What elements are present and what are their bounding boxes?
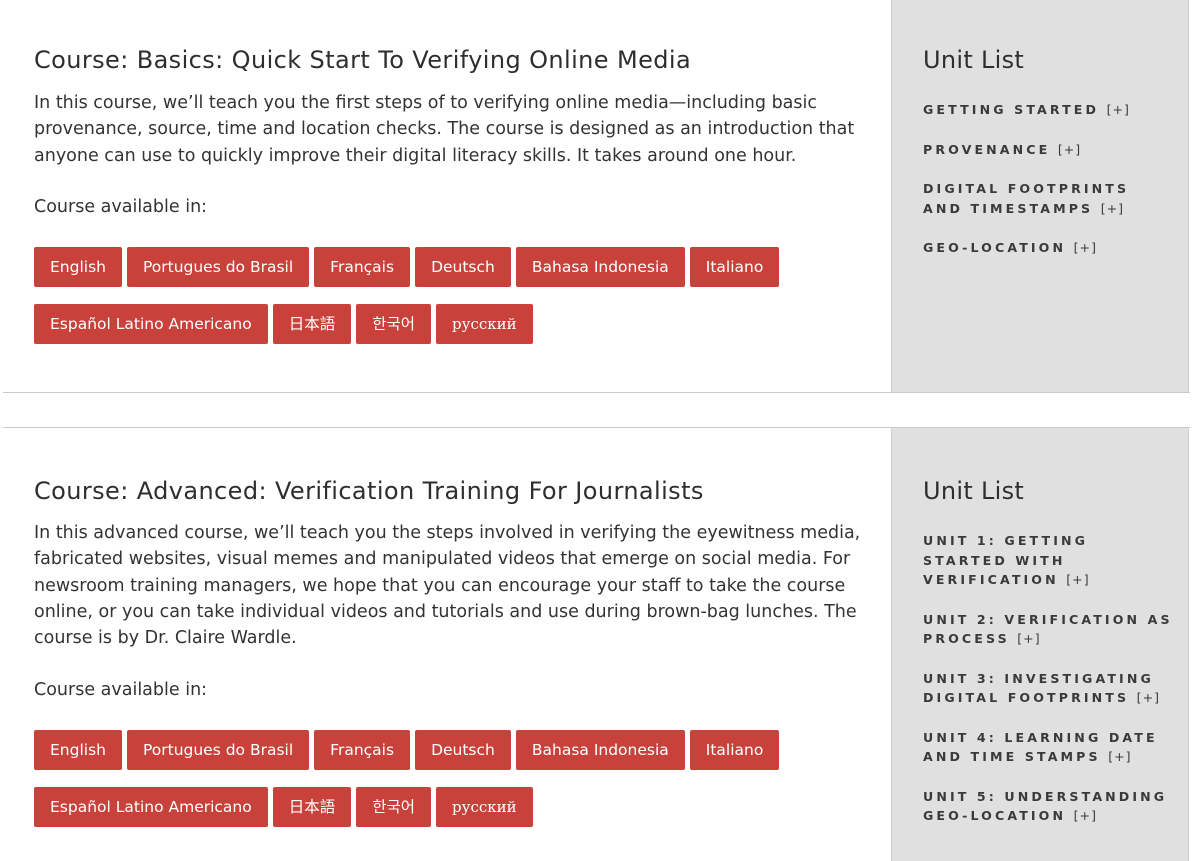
unit-item[interactable]: UNIT 3: INVESTIGATING DIGITAL FOOTPRINTS… (923, 669, 1173, 708)
unit-list-sidebar: Unit List GETTING STARTED [+] PROVENANCE… (891, 0, 1189, 392)
unit-label: UNIT 3: INVESTIGATING DIGITAL FOOTPRINTS (923, 670, 1154, 706)
course-main: Course: Basics: Quick Start To Verifying… (3, 0, 891, 392)
language-button-russian[interactable]: русский (436, 787, 533, 827)
unit-list-sidebar: Unit List UNIT 1: GETTING STARTED WITH V… (891, 428, 1189, 861)
language-row: Español Latino Americano 日本語 한국어 русский (34, 787, 533, 827)
unit-item[interactable]: GETTING STARTED [+] (923, 100, 1173, 120)
course-available-label: Course available in: (34, 197, 208, 217)
expand-marker[interactable]: [+] (1058, 142, 1081, 157)
language-button-indonesian[interactable]: Bahasa Indonesia (515, 730, 685, 770)
unit-label: PROVENANCE (923, 141, 1051, 157)
language-button-french[interactable]: Français (314, 730, 411, 770)
unit-label: GETTING STARTED (923, 102, 1100, 117)
language-button-indonesian[interactable]: Bahasa Indonesia (515, 247, 685, 287)
language-button-portuguese-brazil[interactable]: Portugues do Brasil (126, 247, 310, 287)
expand-marker[interactable]: [+] (1137, 690, 1160, 705)
expand-marker[interactable]: [+] (1074, 240, 1097, 255)
unit-item[interactable]: PROVENANCE [+] (923, 140, 1173, 160)
unit-item[interactable]: UNIT 1: GETTING STARTED WITH VERIFICATIO… (923, 531, 1173, 590)
language-button-french[interactable]: Français (314, 247, 411, 287)
course-description: In this advanced course, we’ll teach you… (34, 523, 861, 649)
unit-item[interactable]: UNIT 4: LEARNING DATE AND TIME STAMPS [+… (923, 728, 1173, 767)
expand-marker[interactable]: [+] (1101, 201, 1124, 216)
unit-list: UNIT 1: GETTING STARTED WITH VERIFICATIO… (923, 531, 1173, 846)
unit-item[interactable]: UNIT 5: UNDERSTANDING GEO-LOCATION [+] (923, 787, 1173, 826)
language-button-korean[interactable]: 한국어 (356, 304, 432, 344)
language-button-english[interactable]: English (34, 730, 122, 770)
language-button-spanish-latam[interactable]: Español Latino Americano (34, 304, 268, 344)
language-row: English Portugues do Brasil Français Deu… (34, 730, 780, 770)
language-button-english[interactable]: English (34, 247, 122, 287)
language-button-german[interactable]: Deutsch (415, 730, 511, 770)
language-button-german[interactable]: Deutsch (415, 247, 511, 287)
unit-list: GETTING STARTED [+] PROVENANCE [+] DIGIT… (923, 100, 1173, 278)
course-available-label: Course available in: (34, 680, 208, 700)
course-card-advanced: Course: Advanced: Verification Training … (3, 427, 1190, 861)
unit-item[interactable]: UNIT 2: VERIFICATION AS PROCESS [+] (923, 610, 1173, 649)
unit-item[interactable]: GEO-LOCATION [+] (923, 238, 1173, 258)
language-button-italian[interactable]: Italiano (689, 247, 780, 287)
course-title[interactable]: Course: Advanced: Verification Training … (34, 477, 704, 505)
language-row: English Portugues do Brasil Français Deu… (34, 247, 780, 287)
language-button-japanese[interactable]: 日本語 (272, 787, 352, 827)
course-main: Course: Advanced: Verification Training … (3, 428, 891, 861)
course-description: In this course, we’ll teach you the firs… (34, 93, 855, 166)
unit-list-title: Unit List (923, 46, 1025, 74)
language-button-spanish-latam[interactable]: Español Latino Americano (34, 787, 268, 827)
language-button-italian[interactable]: Italiano (689, 730, 780, 770)
course-title[interactable]: Course: Basics: Quick Start To Verifying… (34, 46, 691, 74)
unit-label: GEO-LOCATION (923, 240, 1067, 255)
language-button-portuguese-brazil[interactable]: Portugues do Brasil (126, 730, 310, 770)
unit-item[interactable]: DIGITAL FOOTPRINTS AND TIMESTAMPS [+] (923, 179, 1173, 218)
expand-marker[interactable]: [+] (1108, 749, 1131, 764)
unit-label: DIGITAL FOOTPRINTS AND TIMESTAMPS (923, 181, 1130, 216)
language-row: Español Latino Americano 日本語 한국어 русский (34, 304, 533, 344)
expand-marker[interactable]: [+] (1066, 572, 1089, 587)
unit-label: UNIT 5: UNDERSTANDING GEO-LOCATION (923, 788, 1168, 824)
language-button-russian[interactable]: русский (436, 304, 533, 344)
unit-list-title: Unit List (923, 477, 1025, 505)
language-button-japanese[interactable]: 日本語 (272, 304, 352, 344)
expand-marker[interactable]: [+] (1074, 808, 1097, 823)
course-card-basics: Course: Basics: Quick Start To Verifying… (3, 0, 1190, 393)
language-button-korean[interactable]: 한국어 (356, 787, 432, 827)
expand-marker[interactable]: [+] (1107, 102, 1130, 117)
expand-marker[interactable]: [+] (1017, 631, 1040, 646)
unit-label: UNIT 1: GETTING STARTED WITH VERIFICATIO… (923, 533, 1089, 587)
unit-label: UNIT 2: VERIFICATION AS PROCESS (923, 611, 1173, 647)
